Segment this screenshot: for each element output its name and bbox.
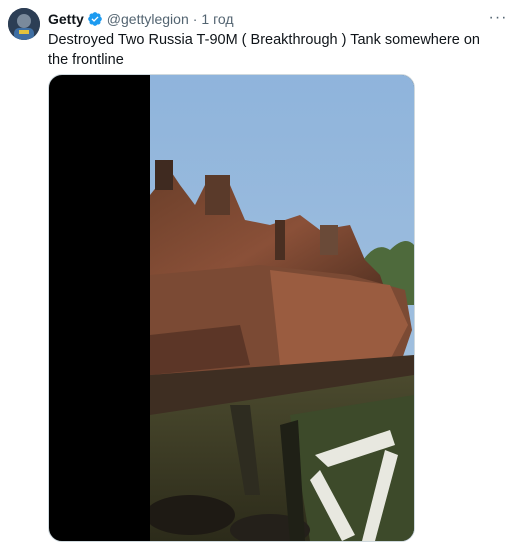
tweet-card[interactable]: Getty @gettylegion · 1 год ··· Destroyed… — [0, 0, 518, 546]
verified-badge-icon — [87, 11, 103, 27]
separator-dot: · — [192, 11, 198, 27]
timestamp[interactable]: 1 год — [201, 10, 233, 28]
author-handle[interactable]: @gettylegion — [107, 10, 189, 28]
avatar[interactable] — [8, 8, 40, 40]
video-frame[interactable] — [150, 75, 414, 541]
author-name[interactable]: Getty — [48, 10, 84, 28]
more-options-icon[interactable]: ··· — [486, 6, 510, 30]
tweet-text: Destroyed Two Russia T-90M ( Breakthroug… — [48, 32, 480, 68]
video-player[interactable] — [48, 74, 415, 542]
tweet-header: Getty @gettylegion · 1 год — [48, 10, 234, 28]
